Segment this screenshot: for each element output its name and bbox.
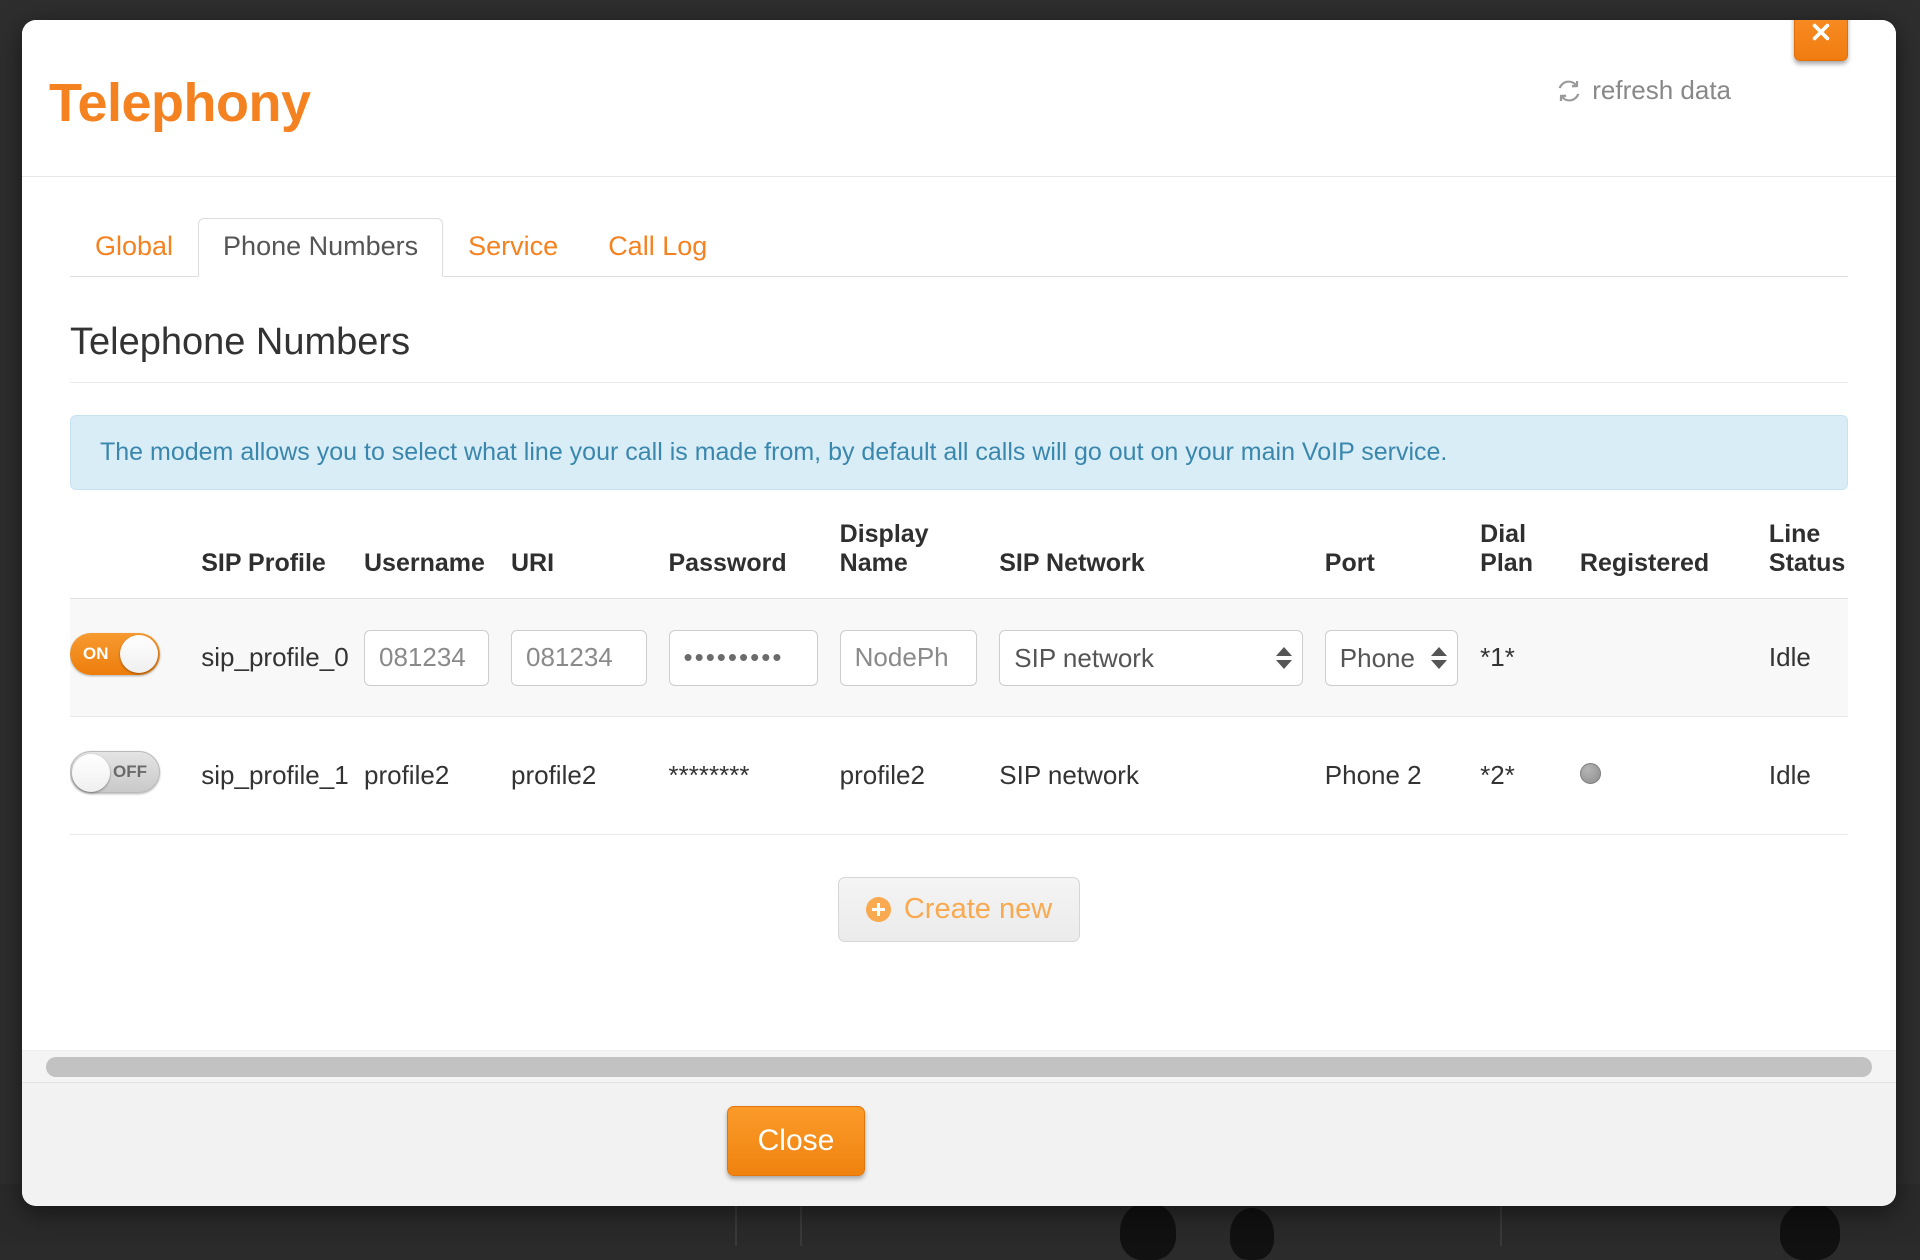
cell-password: ******** xyxy=(669,717,840,835)
table-body: ON sip_profile_0 xyxy=(70,599,1848,835)
username-input[interactable] xyxy=(364,630,489,686)
tab-phone-numbers[interactable]: Phone Numbers xyxy=(198,218,443,277)
enable-toggle-row-1[interactable]: ON xyxy=(70,633,160,675)
toggle-label: OFF xyxy=(113,752,147,792)
page-title: Telephony xyxy=(49,72,311,134)
refresh-data-label: refresh data xyxy=(1592,75,1731,106)
header-dial-plan: Dial Plan xyxy=(1480,520,1580,599)
modal-body: Global Phone Numbers Service Call Log Te… xyxy=(22,177,1896,1082)
cell-username: profile2 xyxy=(364,717,511,835)
plus-circle-icon xyxy=(866,897,891,922)
cell-display-name xyxy=(840,599,1000,717)
cell-sip-network: SIP network xyxy=(999,599,1325,717)
backdrop-shape xyxy=(1780,1202,1840,1260)
header-password: Password xyxy=(669,520,840,599)
cell-dial-plan: *2* xyxy=(1480,717,1580,835)
backdrop-shape xyxy=(1120,1202,1176,1260)
table-scroll-container: SIP Profile Username URI Password Displa… xyxy=(70,520,1848,942)
create-new-button[interactable]: Create new xyxy=(838,877,1080,942)
port-select[interactable]: Phone 1 xyxy=(1325,630,1458,686)
toggle-knob xyxy=(72,754,110,792)
enable-toggle-row-2[interactable]: OFF xyxy=(70,751,160,793)
cell-username xyxy=(364,599,511,717)
password-input[interactable] xyxy=(669,630,818,686)
cell-enable-toggle: ON xyxy=(70,599,201,717)
cell-registered xyxy=(1580,599,1769,717)
cell-dial-plan: *1* xyxy=(1480,599,1580,717)
cell-password xyxy=(669,599,840,717)
toggle-knob xyxy=(120,635,158,673)
header-port: Port xyxy=(1325,520,1480,599)
tab-service[interactable]: Service xyxy=(443,218,583,277)
modal-header: Telephony refresh data xyxy=(22,20,1896,177)
table-header: SIP Profile Username URI Password Displa… xyxy=(70,520,1848,599)
cell-line-status: Idle xyxy=(1769,599,1848,717)
toggle-label: ON xyxy=(83,633,109,675)
modal-footer: Close xyxy=(22,1082,1896,1206)
header-display-name: Display Name xyxy=(840,520,1000,599)
sip-network-select-wrap: SIP network xyxy=(999,630,1303,686)
cell-sip-network: SIP network xyxy=(999,717,1325,835)
cell-uri xyxy=(511,599,669,717)
refresh-icon xyxy=(1556,78,1582,104)
telephone-numbers-table: SIP Profile Username URI Password Displa… xyxy=(70,520,1848,835)
cell-sip-profile: sip_profile_0 xyxy=(201,599,364,717)
telephony-modal: Telephony refresh data Global Phone Numb… xyxy=(22,20,1896,1206)
table-header-row: SIP Profile Username URI Password Displa… xyxy=(70,520,1848,599)
cell-sip-profile: sip_profile_1 xyxy=(201,717,364,835)
footer-close-button[interactable]: Close xyxy=(727,1106,865,1176)
registered-status-indicator xyxy=(1580,763,1601,784)
header-uri: URI xyxy=(511,520,669,599)
cell-line-status: Idle xyxy=(1769,717,1848,835)
section-title: Telephone Numbers xyxy=(70,321,1848,383)
header-username: Username xyxy=(364,520,511,599)
cell-display-name: profile2 xyxy=(840,717,1000,835)
port-select-wrap: Phone 1 xyxy=(1325,630,1458,686)
cell-registered xyxy=(1580,717,1769,835)
close-icon xyxy=(1810,21,1832,48)
create-new-row: Create new xyxy=(70,877,1848,942)
close-button[interactable] xyxy=(1794,20,1848,61)
sip-network-select[interactable]: SIP network xyxy=(999,630,1303,686)
backdrop-shape xyxy=(1230,1208,1274,1260)
cell-uri: profile2 xyxy=(511,717,669,835)
scrollbar-thumb[interactable] xyxy=(46,1057,1872,1077)
uri-input[interactable] xyxy=(511,630,647,686)
horizontal-scrollbar[interactable] xyxy=(22,1050,1896,1082)
table-row: ON sip_profile_0 xyxy=(70,599,1848,717)
display-name-input[interactable] xyxy=(840,630,978,686)
cell-port: Phone 1 xyxy=(1325,599,1480,717)
header-sip-network: SIP Network xyxy=(999,520,1325,599)
table-row: OFF sip_profile_1 profile2 profile2 ****… xyxy=(70,717,1848,835)
tab-bar: Global Phone Numbers Service Call Log xyxy=(70,217,1848,277)
header-sip-profile: SIP Profile xyxy=(201,520,364,599)
header-registered: Registered xyxy=(1580,520,1769,599)
refresh-data-button[interactable]: refresh data xyxy=(1556,75,1731,106)
cell-port: Phone 2 xyxy=(1325,717,1480,835)
tab-global[interactable]: Global xyxy=(70,218,198,277)
info-banner: The modem allows you to select what line… xyxy=(70,415,1848,490)
create-new-label: Create new xyxy=(904,893,1052,926)
cell-enable-toggle: OFF xyxy=(70,717,201,835)
tab-call-log[interactable]: Call Log xyxy=(583,218,732,277)
header-enable xyxy=(70,520,201,599)
header-line-status: Line Status xyxy=(1769,520,1848,599)
